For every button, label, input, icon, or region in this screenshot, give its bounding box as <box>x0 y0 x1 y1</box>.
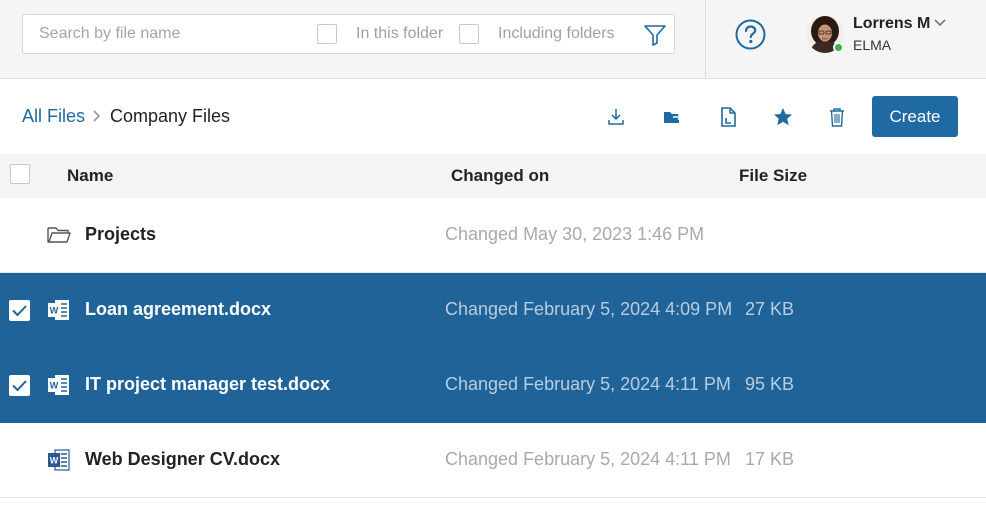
including-folders-label: Including folders <box>498 25 615 42</box>
file-name[interactable]: Web Designer CV.docx <box>85 449 280 470</box>
svg-text:W: W <box>50 306 59 316</box>
online-status-badge <box>833 42 844 53</box>
table-row[interactable]: W Web Designer CV.docx Changed February … <box>0 423 986 498</box>
folder-icon <box>47 227 71 243</box>
in-this-folder-label: In this folder <box>356 25 444 42</box>
document-icon[interactable] <box>717 106 739 128</box>
star-icon[interactable] <box>772 106 794 128</box>
file-size: 17 KB <box>745 449 795 469</box>
svg-text:W: W <box>50 456 59 466</box>
column-changed-header[interactable]: Changed on <box>451 166 549 186</box>
download-icon[interactable] <box>605 106 627 128</box>
header-divider <box>705 0 706 79</box>
search-bar: In this folder Including folders <box>22 14 675 54</box>
changed-date: Changed February 5, 2024 4:11 PM <box>445 449 731 469</box>
row-checkbox[interactable] <box>9 300 30 321</box>
changed-date: Changed February 5, 2024 4:09 PM <box>445 299 733 319</box>
search-input[interactable] <box>23 15 313 53</box>
file-size: 27 KB <box>745 299 795 319</box>
file-name[interactable]: Loan agreement.docx <box>85 299 271 320</box>
column-size-header[interactable]: File Size <box>739 166 807 186</box>
move-folder-icon[interactable] <box>661 106 683 128</box>
breadcrumb-current: Company Files <box>110 106 231 126</box>
checkmark-icon <box>12 380 27 392</box>
file-name[interactable]: Projects <box>85 224 156 245</box>
including-folders-checkbox[interactable] <box>459 24 479 44</box>
table-row[interactable]: W IT project manager test.docx Changed F… <box>0 348 986 423</box>
table-header: Name Changed on File Size <box>0 154 986 198</box>
in-this-folder-checkbox[interactable] <box>317 24 337 44</box>
row-checkbox[interactable] <box>9 375 30 396</box>
create-button[interactable]: Create <box>872 96 958 137</box>
trash-icon[interactable] <box>826 106 848 128</box>
column-name-header[interactable]: Name <box>67 166 113 186</box>
top-bar: In this folder Including folders Lorrens… <box>0 0 986 79</box>
changed-date: Changed May 30, 2023 1:46 PM <box>445 224 705 244</box>
filter-icon[interactable] <box>643 24 667 46</box>
word-document-icon: W <box>48 300 69 320</box>
user-organization: ELMA <box>853 37 892 53</box>
table-row[interactable]: W Loan agreement.docx Changed February 5… <box>0 273 986 348</box>
changed-date: Changed February 5, 2024 4:11 PM <box>445 374 731 394</box>
word-document-icon: W <box>48 375 69 395</box>
word-document-icon: W <box>48 449 70 471</box>
breadcrumb-all-files[interactable]: All Files <box>22 106 85 127</box>
chevron-down-icon[interactable] <box>933 18 947 28</box>
select-all-checkbox[interactable] <box>10 164 30 184</box>
checkmark-icon <box>12 305 27 317</box>
user-name[interactable]: Lorrens M <box>853 15 930 33</box>
help-icon[interactable] <box>735 19 766 50</box>
file-size: 95 KB <box>745 374 795 394</box>
svg-text:W: W <box>50 381 59 391</box>
chevron-right-icon <box>93 110 101 122</box>
table-row[interactable]: Projects Changed May 30, 2023 1:46 PM <box>0 198 986 273</box>
file-name[interactable]: IT project manager test.docx <box>85 374 330 395</box>
